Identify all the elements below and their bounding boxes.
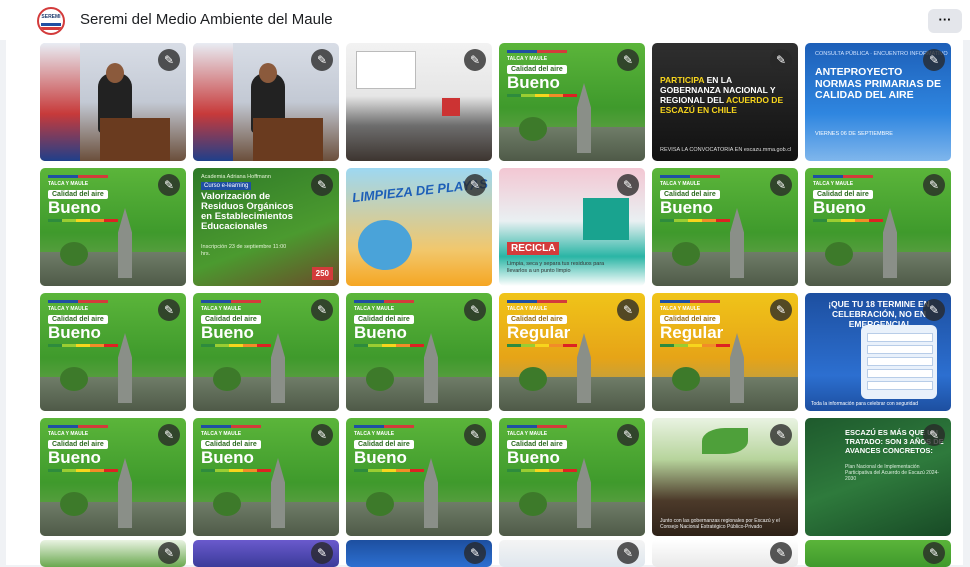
photo-tile-beach-cleanup[interactable]: LIMPIEZA DE PLAYAS ✎ [346,168,492,286]
photo-tile-audience[interactable]: ✎ [346,43,492,161]
photo-tile-speaker-2[interactable]: ✎ [193,43,339,161]
pencil-icon[interactable]: ✎ [311,424,333,446]
photo-tile-anteproyecto[interactable]: CONSULTA PÚBLICA · ENCUENTRO INFORMATIVO… [805,43,951,161]
photo-tile-air-quality[interactable]: TALCA Y MAULE Calidad del aire Bueno ✎ [652,168,798,286]
photo-tile-air-quality[interactable]: TALCA Y MAULE Calidad del aire Bueno ✎ [499,418,645,536]
photo-tile-air-quality[interactable]: TALCA Y MAULE Calidad del aire Bueno ✎ [346,418,492,536]
pencil-icon[interactable]: ✎ [770,542,792,564]
pencil-icon[interactable]: ✎ [770,174,792,196]
pencil-icon[interactable]: ✎ [158,174,180,196]
photo-tile-fiestas-patrias[interactable]: ¡QUE TU 18 TERMINE EN CELEBRACIÓN, NO EN… [805,293,951,411]
pencil-icon[interactable]: ✎ [311,542,333,564]
pencil-icon[interactable]: ✎ [770,424,792,446]
pencil-icon[interactable]: ✎ [617,299,639,321]
photo-tile-air-quality[interactable]: TALCA Y MAULE Calidad del aire Bueno ✎ [193,418,339,536]
pencil-icon[interactable]: ✎ [923,424,945,446]
photo-tile-escazu-participa[interactable]: PARTICIPA EN LA GOBERNANZA NACIONAL Y RE… [652,43,798,161]
pencil-icon[interactable]: ✎ [770,299,792,321]
pencil-icon[interactable]: ✎ [617,542,639,564]
photo-tile-partial[interactable]: ✎ [805,540,951,567]
pencil-icon[interactable]: ✎ [464,174,486,196]
pencil-icon[interactable]: ✎ [158,424,180,446]
photo-tile-air-quality[interactable]: TALCA Y MAULE Calidad del aire Bueno ✎ [40,293,186,411]
photo-tile-partial[interactable]: ✎ [346,540,492,567]
pencil-icon[interactable]: ✎ [311,299,333,321]
pencil-icon[interactable]: ✎ [923,49,945,71]
pencil-icon[interactable]: ✎ [158,299,180,321]
photo-tile-recycle[interactable]: RECICLA Limpia, seca y separa tus residu… [499,168,645,286]
pencil-icon[interactable]: ✎ [923,174,945,196]
pencil-icon[interactable]: ✎ [464,49,486,71]
photo-tile-air-quality[interactable]: TALCA Y MAULE Calidad del aire Bueno ✎ [193,293,339,411]
pencil-icon[interactable]: ✎ [617,424,639,446]
photo-tile-partial[interactable]: ✎ [193,540,339,567]
photo-tile-air-quality-regular[interactable]: TALCA Y MAULE Calidad del aire Regular ✎ [499,293,645,411]
photo-tile-air-quality-regular[interactable]: TALCA Y MAULE Calidad del aire Regular ✎ [652,293,798,411]
pencil-icon[interactable]: ✎ [464,542,486,564]
photo-tile-partial[interactable]: ✎ [652,540,798,567]
pencil-icon[interactable]: ✎ [770,49,792,71]
pencil-icon[interactable]: ✎ [158,542,180,564]
photo-tile-partial[interactable]: ✎ [499,540,645,567]
photo-tile-air-quality[interactable]: TALCA Y MAULE Calidad del aire Bueno ✎ [499,43,645,161]
photo-tile-air-quality[interactable]: TALCA Y MAULE Calidad del aire Bueno ✎ [40,418,186,536]
pencil-icon[interactable]: ✎ [617,49,639,71]
pencil-icon[interactable]: ✎ [923,542,945,564]
photo-tile-air-quality[interactable]: TALCA Y MAULE Calidad del aire Bueno ✎ [805,168,951,286]
pencil-icon[interactable]: ✎ [464,424,486,446]
photo-tile-escazu-avances[interactable]: ESCAZÚ ES MÁS QUE UN TRATADO: SON 3 AÑOS… [805,418,951,536]
photo-tile-air-quality[interactable]: TALCA Y MAULE Calidad del aire Bueno ✎ [40,168,186,286]
pencil-icon[interactable]: ✎ [158,49,180,71]
pencil-icon[interactable]: ✎ [311,49,333,71]
photo-tile-seedlings[interactable]: Junto con las gobernanzas regionales por… [652,418,798,536]
photo-tile-partial[interactable]: ✎ [40,540,186,567]
photo-tile-air-quality[interactable]: TALCA Y MAULE Calidad del aire Bueno ✎ [346,293,492,411]
pencil-icon[interactable]: ✎ [923,299,945,321]
photo-grid: ✎ ✎ ✎ TALCA Y MAULE Calidad del aire Bue… [0,0,970,567]
pencil-icon[interactable]: ✎ [617,174,639,196]
photo-tile-course[interactable]: Academia Adriana Hoffmann Curso e-learni… [193,168,339,286]
pencil-icon[interactable]: ✎ [464,299,486,321]
photo-tile-speaker-1[interactable]: ✎ [40,43,186,161]
pencil-icon[interactable]: ✎ [311,174,333,196]
